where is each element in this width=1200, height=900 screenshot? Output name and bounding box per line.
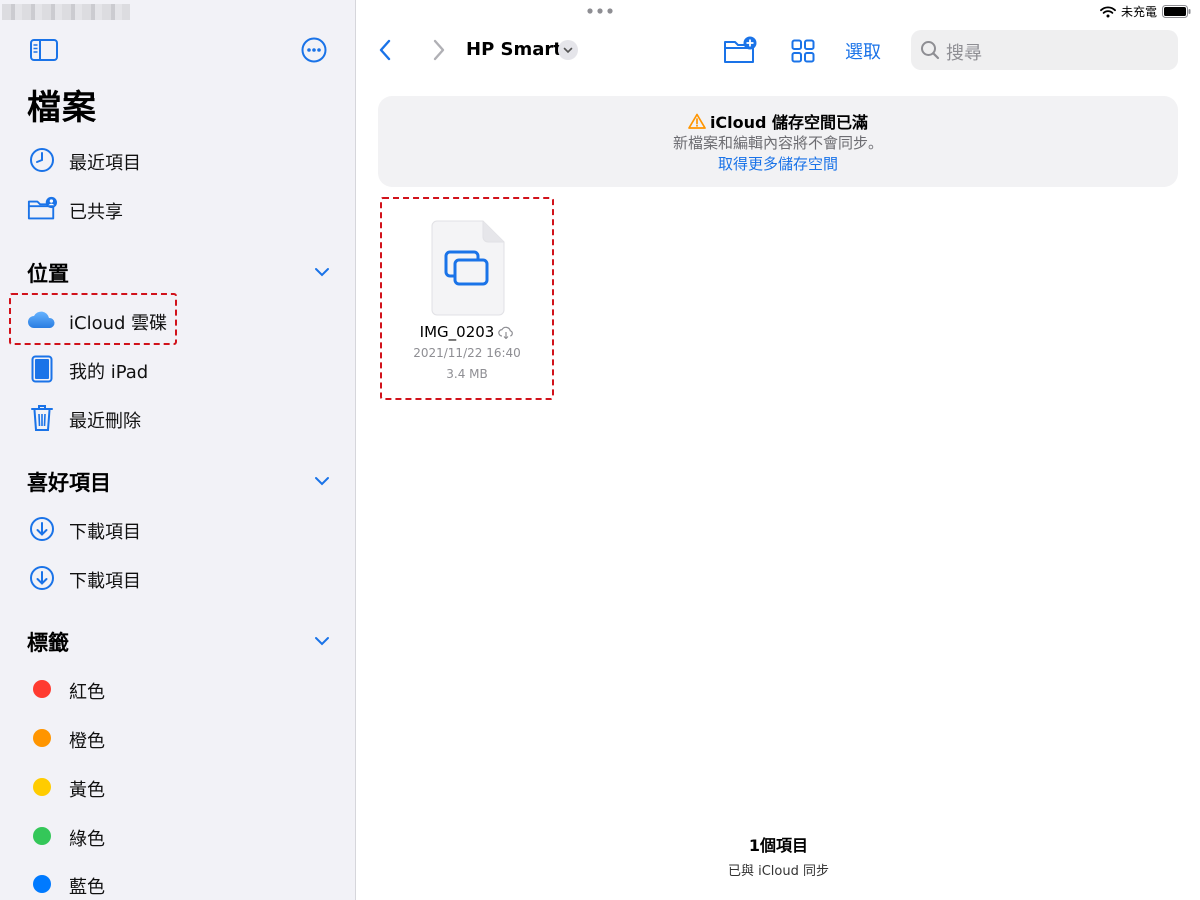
chevron-down-icon[interactable] bbox=[313, 635, 331, 647]
sidebar-item-label: 綠色 bbox=[69, 829, 105, 850]
sidebar-item-tag-yellow[interactable]: 黃色 bbox=[0, 765, 355, 809]
sidebar-item-label: 下載項目 bbox=[69, 522, 141, 543]
download-icon bbox=[27, 516, 57, 542]
status-bar-right: 未充電 bbox=[1100, 3, 1192, 20]
chevron-down-icon[interactable] bbox=[313, 475, 331, 487]
highlight-box-file bbox=[380, 197, 554, 400]
sidebar-item-label: 我的 iPad bbox=[69, 362, 149, 383]
sidebar-item-label: 最近項目 bbox=[69, 153, 141, 174]
download-icon bbox=[27, 565, 57, 591]
main-content: 未充電 HP Smart 選取 搜尋 iCloud 儲存空間已滿 新檔案和編輯內… bbox=[357, 0, 1200, 900]
tag-dot bbox=[27, 871, 57, 897]
tag-dot bbox=[27, 725, 57, 751]
section-favorites-title: 喜好項目 bbox=[27, 471, 111, 495]
sidebar-item-shared[interactable]: 已共享 bbox=[0, 187, 355, 231]
sidebar-item-tag-red[interactable]: 紅色 bbox=[0, 667, 355, 711]
folder-title[interactable]: HP Smart bbox=[466, 39, 562, 60]
section-locations-title: 位置 bbox=[27, 262, 69, 286]
status-time-blurred bbox=[2, 4, 130, 20]
sidebar-item-my-ipad[interactable]: 我的 iPad bbox=[0, 347, 355, 391]
banner-title-row: iCloud 儲存空間已滿 bbox=[378, 109, 1178, 133]
sidebar-item-tag-orange[interactable]: 橙色 bbox=[0, 716, 355, 760]
shared-folder-icon bbox=[27, 196, 57, 222]
search-icon bbox=[921, 41, 940, 60]
tag-color-dot bbox=[33, 778, 51, 796]
clock-icon bbox=[27, 147, 57, 173]
files-app-window: 檔案 最近項目 已共享 位置 iCloud 雲碟 我的 iPad 最近刪除 喜好… bbox=[0, 0, 1200, 900]
sidebar-item-tag-blue[interactable]: 藍色 bbox=[0, 862, 355, 900]
sidebar-item-label: 藍色 bbox=[69, 877, 105, 898]
sidebar-toggle-icon[interactable] bbox=[30, 39, 58, 61]
tag-dot bbox=[27, 823, 57, 849]
select-button[interactable]: 選取 bbox=[845, 38, 881, 64]
more-options-icon[interactable] bbox=[301, 37, 327, 63]
sidebar-item-downloads[interactable]: 下載項目 bbox=[0, 556, 355, 600]
multitasking-handle-icon[interactable] bbox=[587, 8, 613, 14]
sidebar-item-label: 黃色 bbox=[69, 780, 105, 801]
sidebar-item-recents[interactable]: 最近項目 bbox=[0, 138, 355, 182]
new-folder-icon[interactable] bbox=[723, 36, 757, 64]
wifi-icon bbox=[1100, 5, 1116, 17]
tag-dot bbox=[27, 676, 57, 702]
sidebar-item-label: 最近刪除 bbox=[69, 411, 141, 432]
forward-chevron-icon[interactable] bbox=[431, 38, 447, 62]
banner-subtitle: 新檔案和編輯內容將不會同步。 bbox=[672, 134, 883, 152]
sidebar-item-label: 紅色 bbox=[69, 682, 105, 703]
warning-icon bbox=[688, 113, 706, 129]
sidebar: 檔案 最近項目 已共享 位置 iCloud 雲碟 我的 iPad 最近刪除 喜好… bbox=[0, 0, 356, 900]
tag-dot bbox=[27, 774, 57, 800]
sidebar-item-label: 橙色 bbox=[69, 731, 105, 752]
get-more-storage-link[interactable]: 取得更多儲存空間 bbox=[378, 153, 1178, 174]
section-tags-title: 標籤 bbox=[27, 631, 69, 655]
sidebar-item-label: 下載項目 bbox=[69, 571, 141, 592]
search-placeholder: 搜尋 bbox=[946, 43, 982, 64]
chevron-down-icon[interactable] bbox=[313, 266, 331, 278]
grid-view-icon[interactable] bbox=[791, 39, 815, 63]
chevron-down-icon bbox=[563, 47, 573, 53]
banner-title: iCloud 儲存空間已滿 bbox=[709, 113, 869, 132]
tag-color-dot bbox=[33, 827, 51, 845]
trash-icon bbox=[27, 405, 57, 431]
sidebar-title: 檔案 bbox=[27, 88, 97, 128]
charging-status-text: 未充電 bbox=[1120, 5, 1157, 19]
storage-full-banner: iCloud 儲存空間已滿 新檔案和編輯內容將不會同步。 取得更多儲存空間 bbox=[378, 96, 1178, 187]
item-count: 1個項目 bbox=[748, 836, 809, 855]
sidebar-item-downloads[interactable]: 下載項目 bbox=[0, 507, 355, 551]
sidebar-item-recently-deleted[interactable]: 最近刪除 bbox=[0, 396, 355, 440]
sidebar-item-tag-green[interactable]: 綠色 bbox=[0, 814, 355, 858]
sidebar-item-label: 已共享 bbox=[69, 202, 123, 223]
tag-color-dot bbox=[33, 875, 51, 893]
tag-color-dot bbox=[33, 729, 51, 747]
back-chevron-icon[interactable] bbox=[377, 38, 393, 62]
battery-icon bbox=[1162, 5, 1191, 18]
sync-status: 已與 iCloud 同步 bbox=[727, 864, 829, 879]
ipad-icon bbox=[27, 355, 57, 383]
title-menu-button[interactable] bbox=[558, 40, 578, 60]
highlight-box-icloud bbox=[9, 293, 177, 345]
search-input[interactable]: 搜尋 bbox=[911, 30, 1178, 70]
tag-color-dot bbox=[33, 680, 51, 698]
